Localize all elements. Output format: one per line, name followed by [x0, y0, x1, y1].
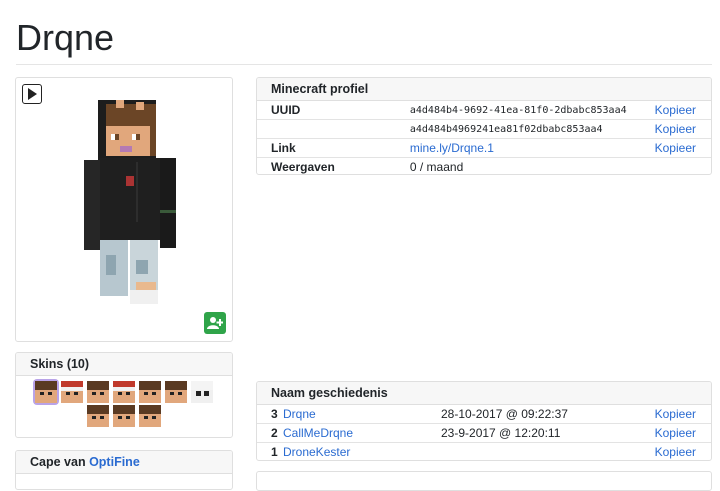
skin-thumbnail[interactable]	[139, 405, 161, 427]
skin-thumbnail[interactable]	[35, 381, 57, 403]
history-name-link[interactable]: Drqne	[283, 407, 316, 421]
profile-card: Minecraft profiel UUID a4d484b4-9692-41e…	[256, 77, 712, 175]
table-row: UUID a4d484b4-9692-41ea-81f0-2dbabc853aa…	[257, 101, 711, 120]
history-date: 23-9-2017 @ 12:20:11	[427, 423, 623, 443]
views-action	[640, 157, 711, 174]
page-title: Drqne	[16, 17, 115, 58]
uuid-short-label	[257, 119, 396, 139]
play-button[interactable]	[22, 84, 42, 104]
skin-3d-model[interactable]	[76, 90, 186, 320]
add-skin-button[interactable]	[204, 312, 226, 334]
history-date	[427, 442, 623, 460]
play-icon	[28, 88, 37, 100]
skin-thumbnail[interactable]	[87, 381, 109, 403]
history-name-link[interactable]: CallMeDrqne	[283, 426, 353, 440]
profile-header: Minecraft profiel	[257, 78, 711, 101]
cape-card: Cape van OptiFine	[15, 450, 233, 490]
profile-table: UUID a4d484b4-9692-41ea-81f0-2dbabc853aa…	[257, 101, 711, 174]
history-number: 1	[257, 442, 283, 460]
history-number: 2	[257, 423, 283, 443]
table-row: 1 DroneKester Kopieer	[257, 442, 711, 460]
add-friend-icon	[207, 317, 223, 329]
copy-link-button[interactable]: Kopieer	[655, 141, 696, 155]
history-name-link[interactable]: DroneKester	[283, 445, 350, 459]
name-history-card: Naam geschiedenis 3 Drqne 28-10-2017 @ 0…	[256, 381, 712, 461]
copy-name-button[interactable]: Kopieer	[655, 407, 696, 421]
link-label: Link	[257, 138, 396, 158]
skin-thumbnail[interactable]	[139, 381, 161, 403]
history-date: 28-10-2017 @ 09:22:37	[441, 407, 568, 421]
views-value: 0 / maand	[395, 157, 641, 174]
cape-header: Cape van OptiFine	[16, 451, 232, 474]
skins-grid	[16, 376, 232, 428]
table-row: Link mine.ly/Drqne.1 Kopieer	[257, 138, 711, 158]
skin-viewer-card	[15, 77, 233, 342]
optifine-link[interactable]: OptiFine	[89, 455, 140, 469]
uuid-short-value: a4d484b4969241ea81f02dbabc853aa4	[395, 119, 641, 139]
copy-name-button[interactable]: Kopieer	[655, 445, 696, 459]
uuid-value: a4d484b4-9692-41ea-81f0-2dbabc853aa4	[409, 104, 627, 116]
skin-thumbnail[interactable]	[113, 405, 135, 427]
views-label: Weergaven	[257, 157, 396, 174]
history-number: 3	[271, 407, 278, 421]
table-row: Weergaven 0 / maand	[257, 157, 711, 174]
copy-name-button[interactable]: Kopieer	[655, 426, 696, 440]
skin-thumbnail[interactable]	[113, 381, 135, 403]
skin-thumbnail[interactable]	[61, 381, 83, 403]
profile-link[interactable]: mine.ly/Drqne.1	[410, 141, 494, 155]
copy-uuid-short-button[interactable]: Kopieer	[655, 122, 696, 136]
table-row: 2 CallMeDrqne 23-9-2017 @ 12:20:11 Kopie…	[257, 423, 711, 443]
uuid-label: UUID	[271, 103, 301, 117]
table-row: a4d484b4969241ea81f02dbabc853aa4 Kopieer	[257, 119, 711, 139]
skins-card: Skins (10)	[15, 352, 233, 438]
name-history-header: Naam geschiedenis	[257, 382, 711, 405]
skin-thumbnail[interactable]	[165, 381, 187, 403]
copy-uuid-button[interactable]: Kopieer	[655, 103, 696, 117]
cape-header-label: Cape van	[30, 455, 86, 469]
next-card	[256, 471, 712, 491]
skins-header: Skins (10)	[16, 353, 232, 376]
title-divider	[16, 64, 712, 65]
name-history-table: 3 Drqne 28-10-2017 @ 09:22:37 Kopieer 2 …	[257, 405, 711, 460]
skin-thumbnail[interactable]	[87, 405, 109, 427]
table-row: 3 Drqne 28-10-2017 @ 09:22:37 Kopieer	[257, 405, 711, 424]
skin-thumbnail[interactable]	[191, 381, 213, 403]
